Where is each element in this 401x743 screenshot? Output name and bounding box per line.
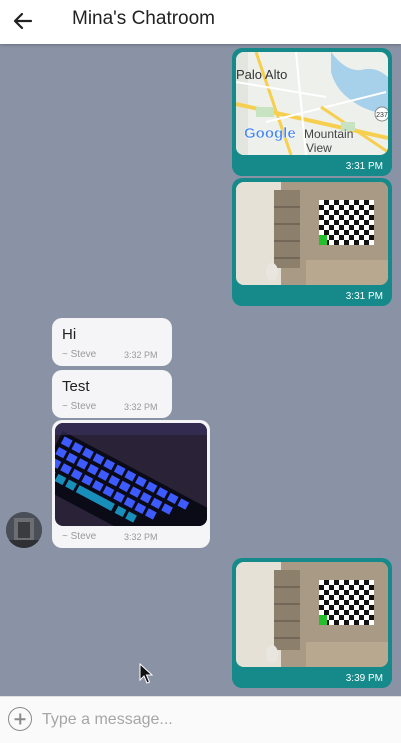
message-time: 3:31 PM (345, 291, 383, 302)
incoming-text-message[interactable]: Test ~ Steve 3:32 PM (52, 370, 172, 418)
keyboard-image[interactable] (55, 423, 207, 526)
map-thumbnail[interactable]: 237 Palo Alto Google Mountain View (236, 52, 388, 155)
outgoing-map-message[interactable]: 237 Palo Alto Google Mountain View 3:31 … (232, 48, 392, 176)
back-button[interactable] (10, 7, 38, 35)
message-time: 3:32 PM (124, 350, 158, 360)
message-composer (0, 696, 401, 743)
map-google-logo: Google (244, 125, 296, 142)
message-time: 3:32 PM (124, 402, 158, 412)
message-text: Test (62, 378, 90, 395)
message-input[interactable] (40, 705, 394, 735)
message-sender: ~ Steve (62, 401, 97, 412)
message-time: 3:39 PM (345, 673, 383, 684)
map-road-badge: 237 (376, 112, 388, 119)
outgoing-image-message[interactable]: 3:39 PM (232, 558, 392, 688)
message-sender: ~ Steve (62, 531, 97, 542)
message-sender: ~ Steve (62, 349, 97, 360)
plus-circle-icon[interactable] (8, 707, 32, 731)
avatar[interactable] (6, 512, 42, 548)
outgoing-image-message[interactable]: 3:31 PM (232, 178, 392, 306)
incoming-image-message[interactable]: ~ Steve 3:32 PM (52, 420, 210, 548)
message-text: Hi (62, 326, 77, 343)
arrow-left-icon (13, 12, 33, 30)
incoming-text-message[interactable]: Hi ~ Steve 3:32 PM (52, 318, 172, 366)
room-tv-image[interactable] (236, 182, 388, 285)
message-time: 3:31 PM (345, 161, 383, 172)
chatroom-title: Mina's Chatroom (72, 8, 216, 29)
map-label-palo-alto: Palo Alto (236, 67, 287, 82)
message-list[interactable]: 237 Palo Alto Google Mountain View 3:31 … (0, 44, 401, 696)
mouse-cursor-icon (139, 663, 153, 684)
map-label-view: View (306, 141, 332, 155)
map-label-mountain: Mountain (304, 127, 353, 141)
room-tv-image[interactable] (236, 562, 388, 667)
app-bar: Mina's Chatroom (0, 0, 401, 44)
message-time: 3:32 PM (124, 532, 158, 542)
